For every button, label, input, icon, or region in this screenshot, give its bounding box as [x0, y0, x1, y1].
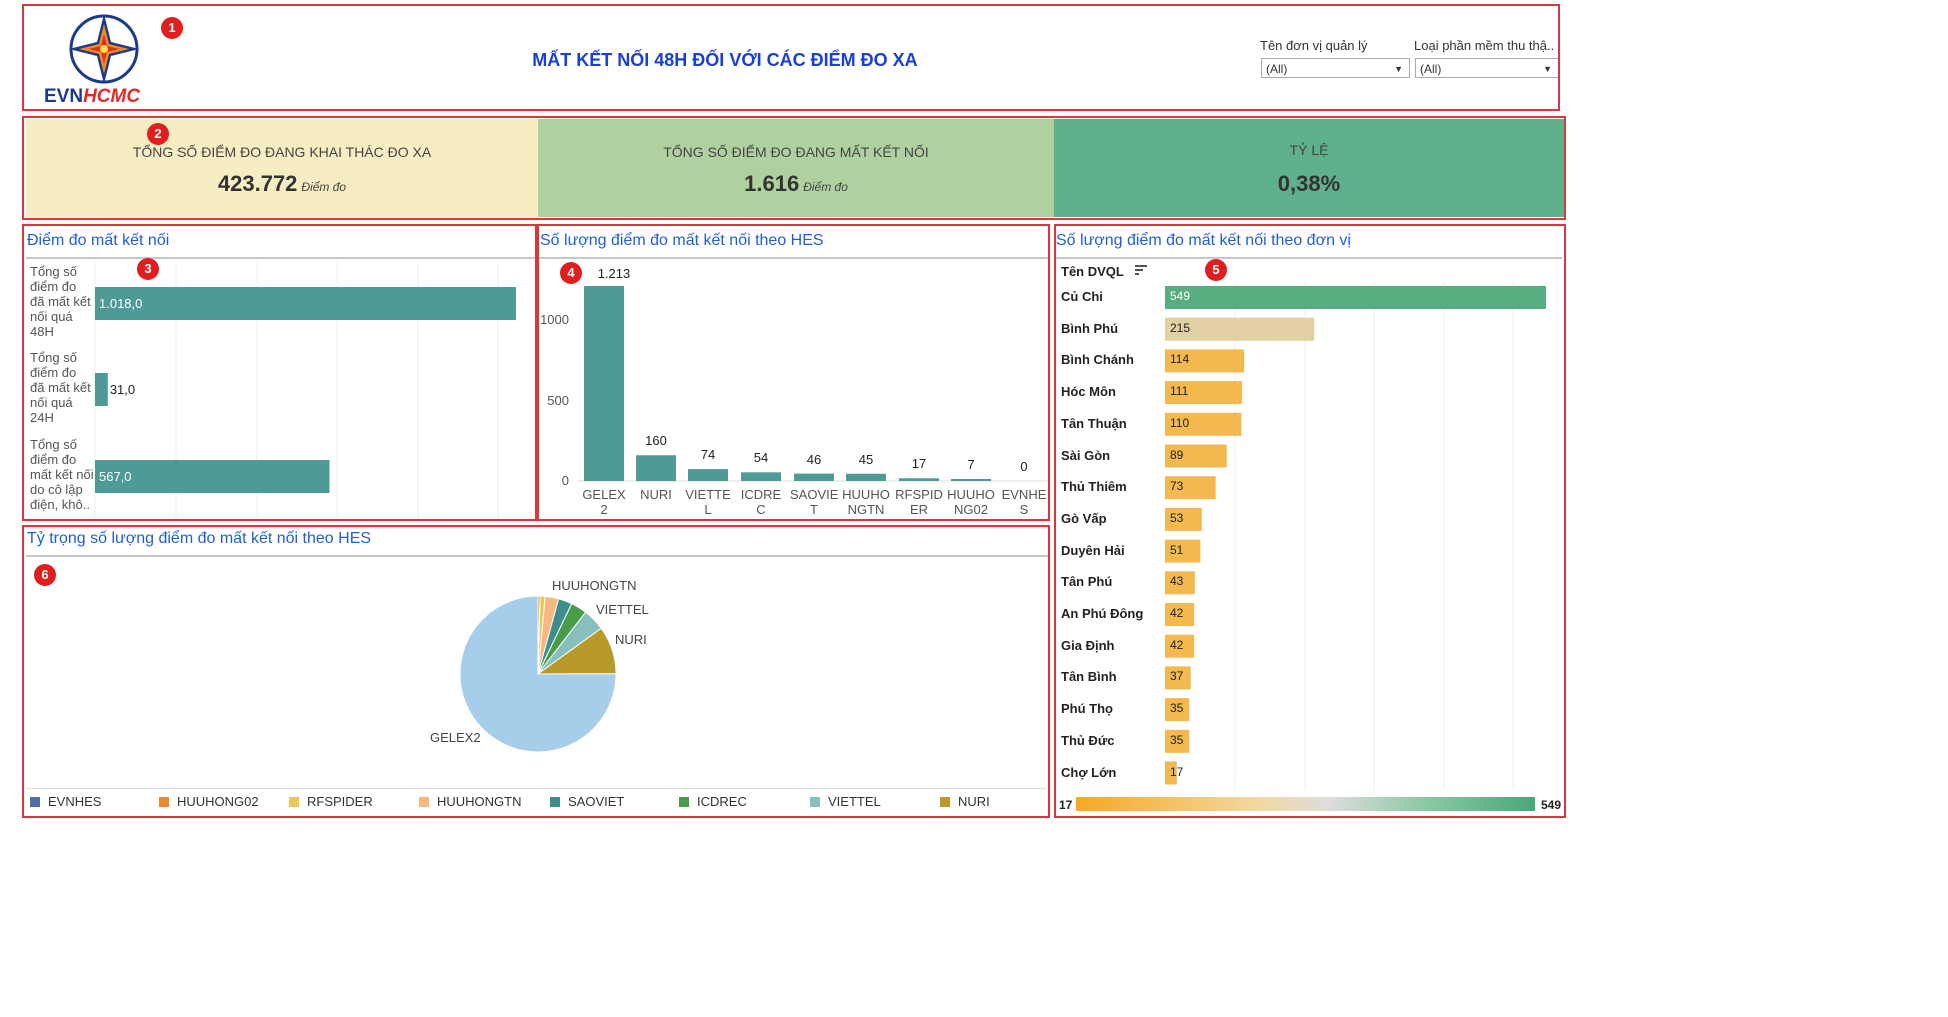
- legend-item[interactable]: HUUHONGTN: [419, 794, 522, 809]
- legend-item[interactable]: HUUHONG02: [159, 794, 259, 809]
- legend-label: HUUHONG02: [177, 794, 259, 809]
- bar-value-label: 215: [1170, 320, 1191, 335]
- unit-row-label: Củ Chi: [1061, 289, 1103, 304]
- bar-value-label: 89: [1170, 447, 1184, 462]
- bar-value-label: 111: [1170, 384, 1189, 399]
- legend-label: VIETTEL: [828, 794, 881, 809]
- legend-swatch: [550, 797, 560, 807]
- unit-row-label: Hóc Môn: [1061, 384, 1116, 400]
- pie-slice-label: HUUHONGTN: [552, 578, 637, 593]
- unit-row-label: Chợ Lớn: [1061, 764, 1117, 780]
- bar-value-label: 35: [1170, 701, 1184, 716]
- annotation-badge-1: 1: [161, 17, 183, 39]
- unit-row-label: Gò Vấp: [1061, 510, 1107, 526]
- annotation-badge-4: 4: [560, 262, 582, 284]
- legend-item[interactable]: VIETTEL: [810, 794, 881, 809]
- legend-item[interactable]: RFSPIDER: [289, 794, 373, 809]
- bar-0: [1165, 286, 1546, 309]
- pie-slice-label: NURI: [615, 632, 647, 647]
- unit-row-label: Gia Định: [1061, 637, 1115, 653]
- legend-swatch: [159, 797, 169, 807]
- legend-item[interactable]: NURI: [940, 794, 990, 809]
- bar-value-label: 51: [1170, 542, 1184, 557]
- unit-row-label: Sài Gòn: [1061, 447, 1111, 463]
- legend-swatch: [810, 797, 820, 807]
- color-scale-min: 17: [1059, 798, 1073, 812]
- legend-label: HUUHONGTN: [437, 794, 522, 809]
- legend-item[interactable]: EVNHES: [30, 794, 101, 809]
- annotation-badge-3: 3: [137, 258, 159, 280]
- legend-label: RFSPIDER: [307, 794, 373, 809]
- bar-value-label: 43: [1170, 574, 1184, 589]
- unit-row-label: Phú Thọ: [1061, 701, 1113, 717]
- legend-label: ICDREC: [697, 794, 747, 809]
- annotation-badge-6: 6: [34, 564, 56, 586]
- legend-label: EVNHES: [48, 794, 102, 809]
- legend-divider: [26, 788, 1046, 789]
- unit-row-label: Tân Bình: [1061, 669, 1117, 685]
- bar-value-label: 53: [1170, 510, 1184, 525]
- annotation-badge-2: 2: [147, 123, 169, 145]
- bar-value-label: 37: [1170, 669, 1184, 684]
- bar-value-label: 549: [1170, 289, 1191, 303]
- bar-value-label: 42: [1170, 637, 1184, 652]
- bar-value-label: 35: [1170, 732, 1184, 747]
- legend-swatch: [289, 797, 299, 807]
- bar-value-label: 114: [1170, 352, 1190, 367]
- legend-label: NURI: [958, 794, 990, 809]
- bar-value-label: 110: [1170, 415, 1190, 430]
- unit-row-label: Tân Thuận: [1061, 415, 1127, 431]
- pie-slice-label: VIETTEL: [596, 602, 649, 617]
- unit-row-label: Thủ Thiêm: [1061, 479, 1127, 495]
- unit-row-label: Duyên Hải: [1061, 542, 1125, 558]
- legend-swatch: [679, 797, 689, 807]
- color-scale-max: 549: [1541, 798, 1562, 812]
- pie-slice-label: GELEX2: [430, 730, 481, 745]
- legend-swatch: [30, 797, 40, 807]
- bar-value-label: 73: [1170, 479, 1184, 494]
- color-scale-bar: [1076, 797, 1535, 811]
- unit-row-label: An Phú Đông: [1061, 606, 1144, 621]
- unit-row-label: Thủ Đức: [1061, 732, 1115, 748]
- annotation-badge-5: 5: [1205, 259, 1227, 281]
- unit-row-label: Bình Phú: [1061, 320, 1119, 336]
- legend-item[interactable]: ICDREC: [679, 794, 747, 809]
- legend-swatch: [419, 797, 429, 807]
- unit-row-label: Tân Phú: [1061, 574, 1113, 590]
- bar-value-label: 42: [1170, 606, 1184, 620]
- legend-swatch: [940, 797, 950, 807]
- unit-row-label: Bình Chánh: [1061, 352, 1134, 368]
- legend-item[interactable]: SAOVIET: [550, 794, 624, 809]
- legend-label: SAOVIET: [568, 794, 625, 809]
- bar-value-label: 17: [1170, 764, 1184, 779]
